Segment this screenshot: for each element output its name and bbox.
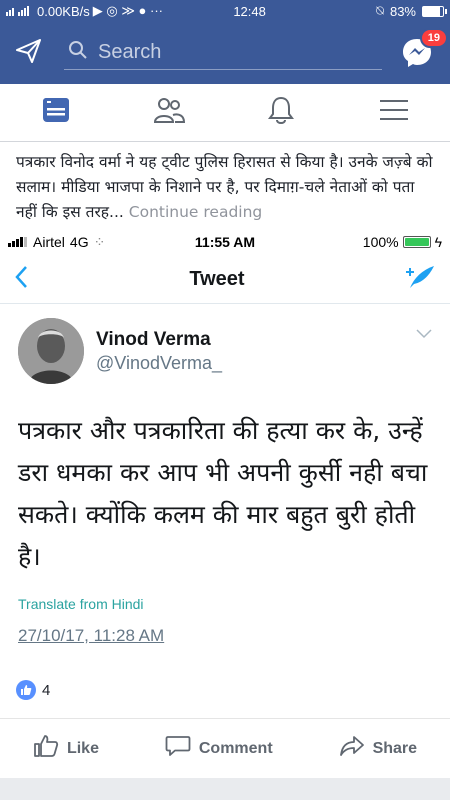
alarm-icon: ⍉ (376, 3, 384, 18)
comment-icon (165, 734, 191, 763)
send-icon[interactable] (16, 38, 42, 68)
tab-bar (0, 84, 450, 142)
author-handle: @VinodVerma_ (96, 352, 223, 373)
like-button[interactable]: Like (33, 734, 99, 763)
ios-time: 11:55 AM (194, 234, 256, 250)
charging-icon: ϟ (434, 234, 443, 250)
search-icon (68, 40, 88, 66)
carrier: Airtel (33, 234, 65, 250)
tweet-header-title: Tweet (189, 268, 245, 290)
signal-icon (6, 4, 34, 19)
like-reaction-icon (16, 680, 36, 700)
messenger-icon (400, 39, 434, 74)
battery-percent: 83% (389, 3, 416, 19)
avatar (18, 318, 84, 384)
friends-icon (153, 96, 185, 129)
comment-label: Comment (198, 739, 273, 757)
tweet-screenshot[interactable]: Airtel 4G ⁘ 11:55 AM 100% ϟ Tweet Vinod … (0, 228, 450, 646)
feed-separator (0, 778, 450, 800)
compose-tweet-icon (406, 264, 436, 295)
comment-button[interactable]: Comment (165, 734, 273, 763)
status-time: 12:48 (233, 3, 266, 19)
continue-reading-link[interactable]: Continue reading (129, 203, 263, 221)
tab-friends[interactable] (139, 93, 199, 133)
facebook-header: Search 19 (0, 22, 450, 84)
post-text: पत्रकार विनोद वर्मा ने यह ट्वीट पुलिस हि… (0, 142, 450, 225)
ios-status-bar: Airtel 4G ⁘ 11:55 AM 100% ϟ (0, 228, 450, 256)
tweet-text: पत्रकार और पत्रकारिता की हत्या कर के, उन… (18, 416, 428, 571)
ios-battery-percent: 100% (362, 234, 399, 250)
network-type: 4G (69, 234, 89, 250)
tab-notifications[interactable] (251, 93, 311, 133)
news-feed-icon (41, 95, 71, 130)
share-label: Share (372, 739, 418, 757)
reaction-count: 4 (42, 681, 51, 699)
network-speed: 0.00KB/s (37, 3, 90, 19)
android-status-bar: 0.00KB/s ▶ ◎ ≫ ● ··· 12:48 ⍉ 83% (0, 0, 450, 22)
reactions-summary[interactable]: 4 (16, 680, 50, 700)
thumbs-up-icon (33, 734, 59, 763)
battery-icon (422, 5, 447, 17)
status-right: ⍉ 83% (376, 3, 447, 19)
back-icon (14, 265, 28, 294)
messenger-badge: 19 (419, 28, 448, 48)
bell-icon (267, 95, 295, 130)
messenger-button[interactable]: 19 (400, 28, 448, 70)
like-label: Like (66, 739, 99, 757)
tweet-header: Tweet (0, 256, 450, 304)
search-input[interactable]: Search (64, 36, 382, 70)
tweet-date: 27/10/17, 11:28 AM (18, 626, 165, 645)
tab-news-feed[interactable] (26, 93, 86, 133)
share-icon (339, 734, 365, 763)
search-placeholder: Search (98, 41, 162, 63)
tab-menu[interactable] (364, 93, 424, 133)
post-actions: Like Comment Share (0, 718, 450, 778)
share-button[interactable]: Share (339, 734, 417, 763)
ios-battery-icon (402, 236, 431, 248)
hamburger-icon (379, 99, 408, 126)
translate-link: Translate from Hindi (18, 596, 144, 612)
tweet-author: Vinod Verma @VinodVerma_ (0, 304, 450, 384)
ios-signal-icon (8, 234, 28, 250)
chevron-down-icon (416, 326, 432, 344)
loading-icon: ⁘ (93, 233, 106, 250)
author-name: Vinod Verma (96, 328, 211, 350)
